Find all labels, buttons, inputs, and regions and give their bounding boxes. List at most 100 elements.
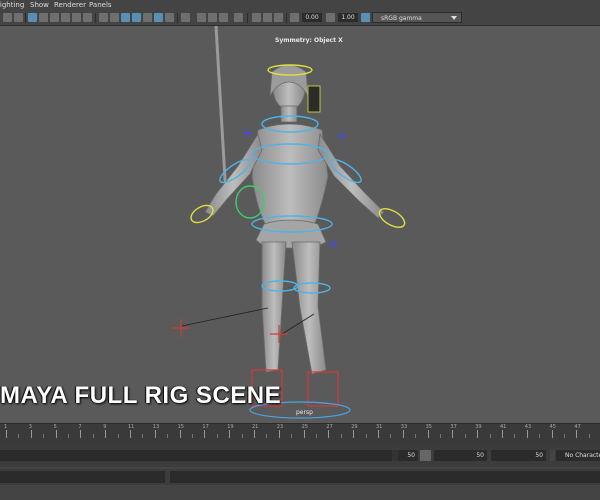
toolbar-divider	[95, 13, 96, 23]
gamma-field[interactable]: 1.00	[338, 13, 358, 22]
timeline-tick-label: 35	[425, 424, 432, 430]
timeline-tick	[390, 434, 392, 438]
timeline-tick	[55, 430, 57, 438]
3d-viewport[interactable]: Symmetry: Object X persp MAYA FULL RIG S…	[0, 26, 600, 423]
timeline-tick-label: 17	[202, 424, 209, 430]
xray-joints-icon[interactable]	[208, 13, 217, 22]
range-lock-icon[interactable]	[420, 450, 431, 461]
ambient-occlusion-icon[interactable]	[165, 13, 174, 22]
toolbar-divider	[286, 13, 287, 23]
timeline-tick	[278, 430, 280, 438]
timeline-tick	[303, 430, 305, 438]
timeline-tick	[576, 430, 578, 438]
face-control-panel	[307, 85, 321, 113]
color-space-dropdown[interactable]: sRGB gamma	[372, 12, 462, 23]
safe-action-icon[interactable]	[83, 13, 92, 22]
lighting-icon[interactable]	[143, 13, 152, 22]
grid-icon[interactable]	[28, 13, 37, 22]
textured-icon[interactable]	[132, 13, 141, 22]
menu-panels[interactable]: Panels	[89, 0, 112, 11]
menu-show[interactable]: Show	[30, 0, 49, 11]
backface-culling-icon[interactable]	[234, 13, 243, 22]
timeline-tick	[551, 430, 553, 438]
timeline-tick	[514, 434, 516, 438]
playback-end-field[interactable]: 50	[491, 450, 546, 461]
toolbar-divider	[247, 13, 248, 23]
multisample-icon[interactable]	[252, 13, 261, 22]
timeline-tick-label: 37	[450, 424, 457, 430]
xray-components-icon[interactable]	[219, 13, 228, 22]
timeline-tick	[402, 430, 404, 438]
menu-lighting[interactable]: Lighting	[0, 0, 24, 11]
timeline-tick-label: 19	[227, 424, 234, 430]
animation-end-field[interactable]: 50	[434, 450, 487, 461]
timeline-tick	[105, 430, 107, 438]
timeline-tick-label: 25	[301, 424, 308, 430]
gate-mask-icon[interactable]	[61, 13, 70, 22]
timeline-tick-label: 3	[28, 424, 32, 430]
character-rig-view[interactable]	[0, 26, 600, 423]
time-slider[interactable]: 1 3 5 7 9 11 13 15 17 19 21 23 25 27 29 31 33 35 37 39 41 43 4…	[0, 423, 600, 447]
toolbar-divider	[177, 13, 178, 23]
resolution-gate-icon[interactable]	[50, 13, 59, 22]
timeline-tick	[328, 430, 330, 438]
timeline-tick	[68, 434, 69, 438]
shadows-icon[interactable]	[154, 13, 163, 22]
timeline-tick	[229, 430, 231, 438]
smooth-shade-icon[interactable]	[110, 13, 119, 22]
range-slider[interactable]	[0, 450, 398, 461]
depth-of-field-icon[interactable]	[274, 13, 283, 22]
menu-renderer[interactable]: Renderer	[54, 0, 86, 11]
isolate-select-icon[interactable]	[181, 13, 190, 22]
timeline-tick	[378, 430, 379, 438]
timeline-tick-label: 9	[103, 424, 107, 430]
timeline-tick	[440, 434, 441, 438]
camera-label: persp	[296, 409, 313, 416]
staff-prop	[214, 26, 228, 197]
color-management-icon[interactable]	[361, 13, 370, 22]
timeline-tick	[6, 430, 7, 438]
wireframe-icon[interactable]	[99, 13, 108, 22]
timeline-tick	[254, 430, 255, 438]
timeline-tick-label: 47	[574, 424, 581, 430]
timeline-tick	[92, 434, 94, 438]
bookmark-icon[interactable]	[14, 13, 23, 22]
character-set-dropdown[interactable]: No Character Set	[556, 450, 600, 461]
timeline-tick	[192, 434, 193, 438]
exposure-icon[interactable]	[290, 13, 299, 22]
timeline-tick	[464, 434, 466, 438]
timeline-tick	[502, 430, 503, 438]
timeline-tick	[154, 430, 156, 438]
timeline-tick	[353, 430, 355, 438]
timeline-tick	[179, 430, 181, 438]
timeline-tick	[427, 430, 429, 438]
wireframe-on-shaded-icon[interactable]	[121, 13, 130, 22]
timeline-tick-label: 27	[326, 424, 333, 430]
camera-attributes-icon[interactable]	[3, 13, 12, 22]
timeline-tick	[216, 434, 218, 438]
timeline-tick-label: 5	[53, 424, 57, 430]
timeline-tick-label: 11	[128, 424, 135, 430]
timeline-tick	[340, 434, 342, 438]
timeline-tick	[130, 430, 131, 438]
exposure-field[interactable]: 0.00	[302, 13, 322, 22]
timeline-tick-label: 29	[351, 424, 358, 430]
range-start-field[interactable]: 50	[398, 450, 418, 461]
timeline-tick	[365, 434, 367, 438]
field-chart-icon[interactable]	[72, 13, 81, 22]
range-slider-handle[interactable]	[0, 450, 392, 461]
timeline-tick	[30, 430, 32, 438]
film-gate-icon[interactable]	[39, 13, 48, 22]
character-mesh	[204, 64, 385, 375]
timeline-tick-label: 7	[78, 424, 82, 430]
timeline-tick	[266, 434, 268, 438]
chevron-down-icon[interactable]	[550, 450, 555, 461]
timeline-tick-label: 31	[376, 424, 383, 430]
xray-icon[interactable]	[197, 13, 206, 22]
timeline-tick	[117, 434, 119, 438]
command-input[interactable]	[0, 471, 165, 483]
gamma-icon[interactable]	[326, 13, 335, 22]
timeline-tick	[415, 434, 417, 438]
motion-blur-icon[interactable]	[263, 13, 272, 22]
timeline-tick-label: 39	[475, 424, 482, 430]
